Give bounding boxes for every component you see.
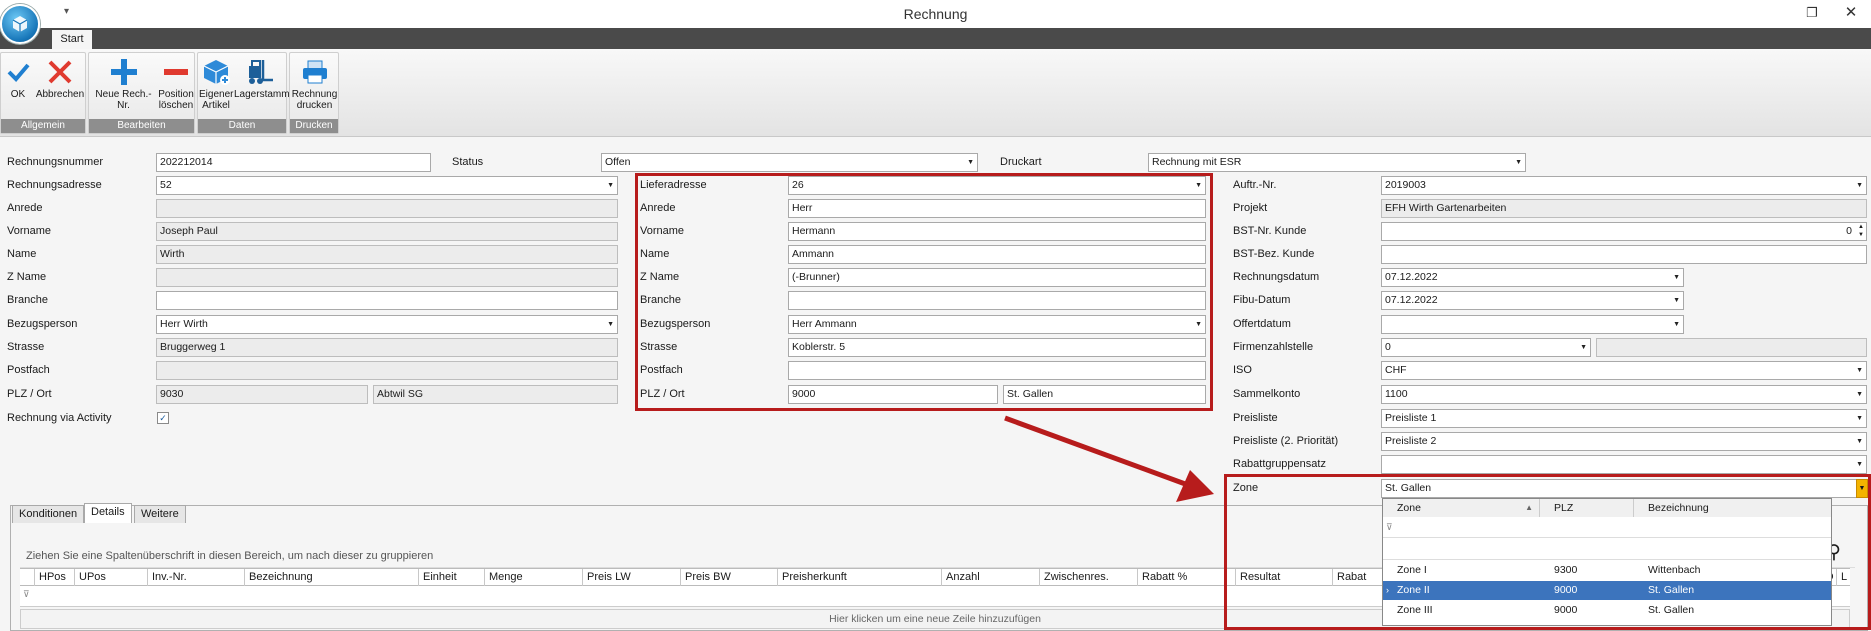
- application-menu-icon[interactable]: [0, 4, 40, 44]
- invoice-window: ▾ Rechnung ❐ ✕ Start OK Abbrechen Allgem…: [0, 0, 1871, 631]
- annotation-arrow: [1004, 415, 1214, 502]
